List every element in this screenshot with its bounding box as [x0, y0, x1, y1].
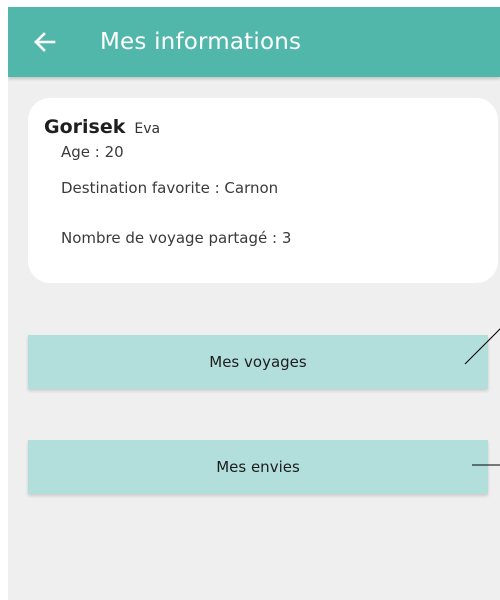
page-title: Mes informations — [100, 29, 302, 55]
arrow-left-icon[interactable] — [32, 29, 58, 55]
profile-name: Gorisek Eva — [44, 116, 160, 138]
last-name: Gorisek — [44, 116, 126, 138]
age-text: Age : 20 — [61, 143, 124, 161]
annotation-lines — [464, 328, 500, 466]
screen: Mes informations Gorisek Eva Age : 20 De… — [0, 0, 500, 600]
first-name: Eva — [134, 121, 161, 137]
my-trips-button[interactable]: Mes voyages — [28, 335, 488, 389]
profile-card: Gorisek Eva Age : 20 Destination favorit… — [28, 98, 498, 283]
app-bar: Mes informations — [8, 7, 500, 77]
app-window: Mes informations Gorisek Eva Age : 20 De… — [8, 7, 500, 600]
favorite-destination-text: Destination favorite : Carnon — [61, 179, 279, 197]
my-wishes-button[interactable]: Mes envies — [28, 440, 488, 494]
shared-trips-text: Nombre de voyage partagé : 3 — [61, 229, 292, 247]
